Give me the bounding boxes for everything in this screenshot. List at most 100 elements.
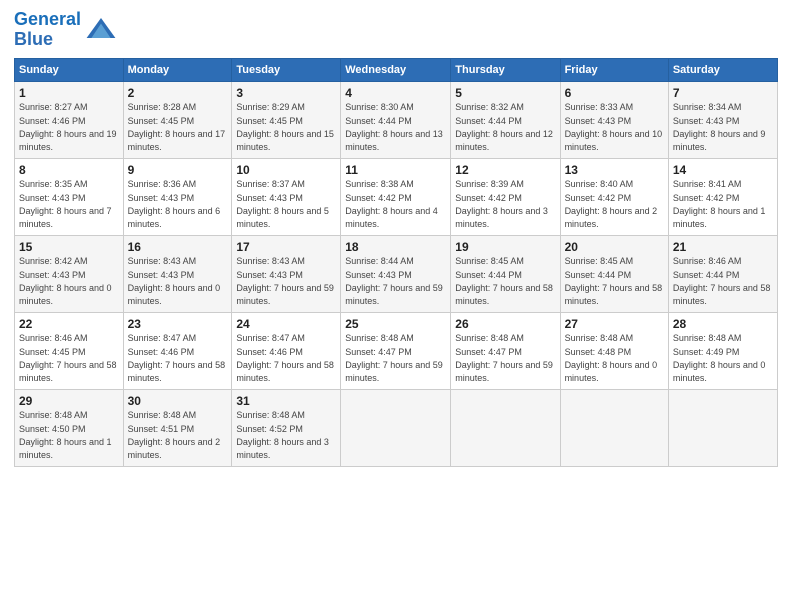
calendar-cell [560,389,668,466]
header-thursday: Thursday [451,58,560,81]
calendar-cell: 12Sunrise: 8:39 AMSunset: 4:42 PMDayligh… [451,158,560,235]
week-row-1: 8Sunrise: 8:35 AMSunset: 4:43 PMDaylight… [15,158,778,235]
calendar-cell [451,389,560,466]
calendar-cell: 1Sunrise: 8:27 AMSunset: 4:46 PMDaylight… [15,81,124,158]
week-row-4: 29Sunrise: 8:48 AMSunset: 4:50 PMDayligh… [15,389,778,466]
day-info: Sunrise: 8:30 AMSunset: 4:44 PMDaylight:… [345,102,443,152]
logo-text: General Blue [14,10,81,50]
day-number: 9 [128,162,228,179]
header-wednesday: Wednesday [341,58,451,81]
header-saturday: Saturday [668,58,777,81]
week-row-2: 15Sunrise: 8:42 AMSunset: 4:43 PMDayligh… [15,235,778,312]
day-number: 17 [236,239,336,256]
day-info: Sunrise: 8:48 AMSunset: 4:50 PMDaylight:… [19,410,112,460]
day-info: Sunrise: 8:32 AMSunset: 4:44 PMDaylight:… [455,102,553,152]
calendar-cell: 5Sunrise: 8:32 AMSunset: 4:44 PMDaylight… [451,81,560,158]
day-info: Sunrise: 8:48 AMSunset: 4:48 PMDaylight:… [565,333,658,383]
calendar-cell: 19Sunrise: 8:45 AMSunset: 4:44 PMDayligh… [451,235,560,312]
day-number: 18 [345,239,446,256]
calendar-cell: 24Sunrise: 8:47 AMSunset: 4:46 PMDayligh… [232,312,341,389]
calendar-cell: 27Sunrise: 8:48 AMSunset: 4:48 PMDayligh… [560,312,668,389]
header-row: SundayMondayTuesdayWednesdayThursdayFrid… [15,58,778,81]
calendar-cell: 11Sunrise: 8:38 AMSunset: 4:42 PMDayligh… [341,158,451,235]
week-row-0: 1Sunrise: 8:27 AMSunset: 4:46 PMDaylight… [15,81,778,158]
header-monday: Monday [123,58,232,81]
day-number: 5 [455,85,555,102]
day-info: Sunrise: 8:46 AMSunset: 4:44 PMDaylight:… [673,256,771,306]
header-friday: Friday [560,58,668,81]
calendar-cell: 4Sunrise: 8:30 AMSunset: 4:44 PMDaylight… [341,81,451,158]
day-number: 20 [565,239,664,256]
day-info: Sunrise: 8:47 AMSunset: 4:46 PMDaylight:… [128,333,226,383]
day-number: 12 [455,162,555,179]
day-number: 19 [455,239,555,256]
day-number: 27 [565,316,664,333]
calendar-cell: 14Sunrise: 8:41 AMSunset: 4:42 PMDayligh… [668,158,777,235]
day-number: 11 [345,162,446,179]
day-info: Sunrise: 8:45 AMSunset: 4:44 PMDaylight:… [455,256,553,306]
calendar-cell: 9Sunrise: 8:36 AMSunset: 4:43 PMDaylight… [123,158,232,235]
day-info: Sunrise: 8:28 AMSunset: 4:45 PMDaylight:… [128,102,226,152]
day-info: Sunrise: 8:48 AMSunset: 4:52 PMDaylight:… [236,410,329,460]
calendar-cell: 3Sunrise: 8:29 AMSunset: 4:45 PMDaylight… [232,81,341,158]
day-info: Sunrise: 8:42 AMSunset: 4:43 PMDaylight:… [19,256,112,306]
day-info: Sunrise: 8:34 AMSunset: 4:43 PMDaylight:… [673,102,766,152]
calendar-cell: 15Sunrise: 8:42 AMSunset: 4:43 PMDayligh… [15,235,124,312]
calendar-cell: 8Sunrise: 8:35 AMSunset: 4:43 PMDaylight… [15,158,124,235]
day-info: Sunrise: 8:48 AMSunset: 4:47 PMDaylight:… [345,333,443,383]
calendar-cell: 7Sunrise: 8:34 AMSunset: 4:43 PMDaylight… [668,81,777,158]
day-number: 14 [673,162,773,179]
day-number: 21 [673,239,773,256]
day-number: 25 [345,316,446,333]
calendar-cell [341,389,451,466]
calendar-cell: 13Sunrise: 8:40 AMSunset: 4:42 PMDayligh… [560,158,668,235]
header-sunday: Sunday [15,58,124,81]
day-info: Sunrise: 8:27 AMSunset: 4:46 PMDaylight:… [19,102,117,152]
day-info: Sunrise: 8:29 AMSunset: 4:45 PMDaylight:… [236,102,334,152]
day-number: 3 [236,85,336,102]
day-info: Sunrise: 8:48 AMSunset: 4:49 PMDaylight:… [673,333,766,383]
calendar-cell: 29Sunrise: 8:48 AMSunset: 4:50 PMDayligh… [15,389,124,466]
day-info: Sunrise: 8:35 AMSunset: 4:43 PMDaylight:… [19,179,112,229]
day-info: Sunrise: 8:33 AMSunset: 4:43 PMDaylight:… [565,102,663,152]
calendar-cell: 22Sunrise: 8:46 AMSunset: 4:45 PMDayligh… [15,312,124,389]
day-number: 16 [128,239,228,256]
page-container: General Blue SundayMondayTuesdayWednesda… [0,0,792,477]
calendar-cell: 26Sunrise: 8:48 AMSunset: 4:47 PMDayligh… [451,312,560,389]
day-number: 28 [673,316,773,333]
day-info: Sunrise: 8:37 AMSunset: 4:43 PMDaylight:… [236,179,329,229]
calendar-cell: 23Sunrise: 8:47 AMSunset: 4:46 PMDayligh… [123,312,232,389]
calendar-cell: 6Sunrise: 8:33 AMSunset: 4:43 PMDaylight… [560,81,668,158]
calendar-cell: 17Sunrise: 8:43 AMSunset: 4:43 PMDayligh… [232,235,341,312]
day-number: 22 [19,316,119,333]
day-number: 10 [236,162,336,179]
day-info: Sunrise: 8:44 AMSunset: 4:43 PMDaylight:… [345,256,443,306]
day-number: 23 [128,316,228,333]
day-info: Sunrise: 8:43 AMSunset: 4:43 PMDaylight:… [236,256,334,306]
day-number: 7 [673,85,773,102]
header-tuesday: Tuesday [232,58,341,81]
day-info: Sunrise: 8:47 AMSunset: 4:46 PMDaylight:… [236,333,334,383]
calendar-cell: 21Sunrise: 8:46 AMSunset: 4:44 PMDayligh… [668,235,777,312]
day-number: 2 [128,85,228,102]
day-number: 6 [565,85,664,102]
day-number: 4 [345,85,446,102]
calendar-cell: 10Sunrise: 8:37 AMSunset: 4:43 PMDayligh… [232,158,341,235]
calendar-cell: 30Sunrise: 8:48 AMSunset: 4:51 PMDayligh… [123,389,232,466]
day-info: Sunrise: 8:41 AMSunset: 4:42 PMDaylight:… [673,179,766,229]
day-info: Sunrise: 8:43 AMSunset: 4:43 PMDaylight:… [128,256,221,306]
calendar-cell: 16Sunrise: 8:43 AMSunset: 4:43 PMDayligh… [123,235,232,312]
calendar-table: SundayMondayTuesdayWednesdayThursdayFrid… [14,58,778,467]
calendar-cell: 2Sunrise: 8:28 AMSunset: 4:45 PMDaylight… [123,81,232,158]
day-number: 24 [236,316,336,333]
day-info: Sunrise: 8:45 AMSunset: 4:44 PMDaylight:… [565,256,663,306]
day-info: Sunrise: 8:38 AMSunset: 4:42 PMDaylight:… [345,179,438,229]
header: General Blue [14,10,778,50]
day-number: 15 [19,239,119,256]
day-number: 13 [565,162,664,179]
calendar-cell: 31Sunrise: 8:48 AMSunset: 4:52 PMDayligh… [232,389,341,466]
logo: General Blue [14,10,117,50]
day-info: Sunrise: 8:39 AMSunset: 4:42 PMDaylight:… [455,179,548,229]
day-info: Sunrise: 8:46 AMSunset: 4:45 PMDaylight:… [19,333,117,383]
day-number: 26 [455,316,555,333]
